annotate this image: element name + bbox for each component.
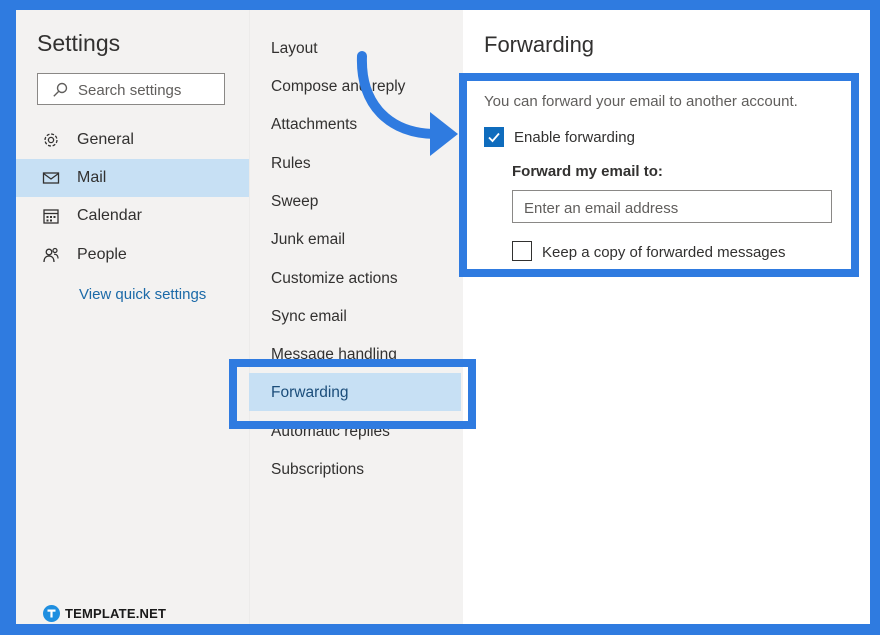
enable-forwarding-checkbox[interactable] xyxy=(484,127,504,147)
forwarding-panel: Forwarding You can forward your email to… xyxy=(463,10,870,624)
menu-item-layout[interactable]: Layout xyxy=(271,40,318,58)
settings-nav: Settings General Mail xyxy=(16,10,249,624)
category-calendar[interactable]: Calendar xyxy=(16,197,249,235)
search-input[interactable] xyxy=(76,78,220,102)
forward-address-field[interactable] xyxy=(512,190,832,223)
category-label: Calendar xyxy=(77,207,142,224)
category-label: Mail xyxy=(77,169,107,186)
people-icon xyxy=(43,247,59,263)
category-people[interactable]: People xyxy=(16,236,249,274)
menu-item-automatic-replies[interactable]: Automatic replies xyxy=(271,423,390,441)
enable-forwarding-label[interactable]: Enable forwarding xyxy=(514,129,635,146)
menu-item-rules[interactable]: Rules xyxy=(271,155,311,173)
checkmark-icon xyxy=(488,132,500,143)
settings-title: Settings xyxy=(37,30,121,56)
template-logo-text: TEMPLATE.NET xyxy=(65,606,167,621)
search-icon xyxy=(53,82,68,97)
menu-item-sync-email[interactable]: Sync email xyxy=(271,308,347,326)
menu-item-customize-actions[interactable]: Customize actions xyxy=(271,270,398,288)
keep-copy-label[interactable]: Keep a copy of forwarded messages xyxy=(542,244,785,261)
forwarding-description: You can forward your email to another ac… xyxy=(484,93,798,110)
menu-item-junk-email[interactable]: Junk email xyxy=(271,231,345,249)
forward-to-label: Forward my email to: xyxy=(512,163,663,180)
menu-item-subscriptions[interactable]: Subscriptions xyxy=(271,461,364,479)
calendar-icon xyxy=(43,209,59,224)
forwarding-title: Forwarding xyxy=(484,32,595,57)
pointer-arrow-icon xyxy=(356,51,458,156)
menu-item-sweep[interactable]: Sweep xyxy=(271,193,318,211)
search-box[interactable] xyxy=(37,73,225,105)
category-label: General xyxy=(77,131,134,148)
category-general[interactable]: General xyxy=(16,121,249,159)
category-mail[interactable]: Mail xyxy=(16,159,249,197)
forward-address-input[interactable] xyxy=(522,196,826,220)
mail-icon xyxy=(42,172,60,184)
gear-icon xyxy=(44,133,58,147)
view-quick-settings-link[interactable]: View quick settings xyxy=(79,286,206,303)
menu-item-message-handling[interactable]: Message handling xyxy=(271,346,397,364)
menu-item-forwarding[interactable]: Forwarding xyxy=(271,384,349,402)
keep-copy-checkbox[interactable] xyxy=(512,241,532,261)
category-label: People xyxy=(77,246,127,263)
template-logo-icon xyxy=(43,605,60,622)
